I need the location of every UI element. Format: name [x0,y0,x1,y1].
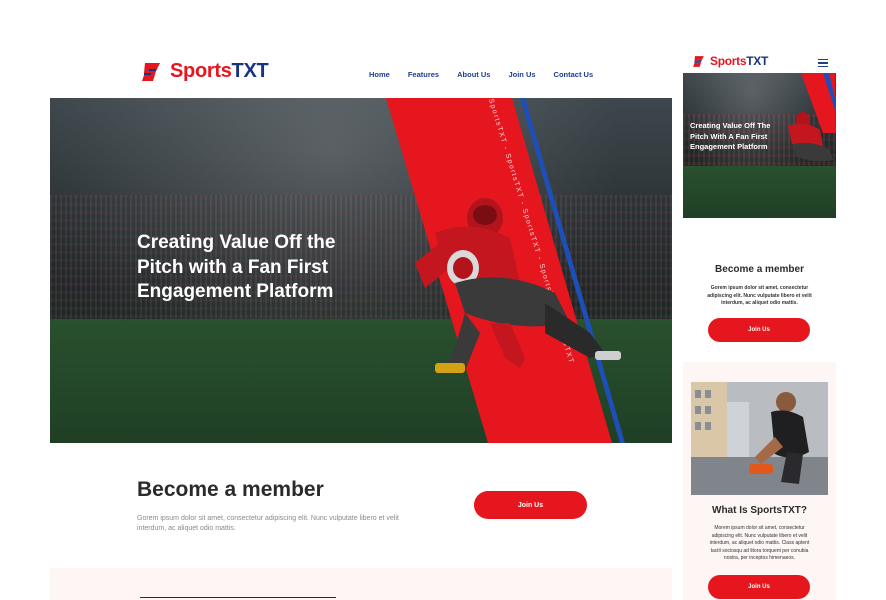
nav-features[interactable]: Features [408,70,439,79]
mobile-member-description: Gorem ipsum dolor sit amet, consectetur … [707,285,812,306]
nav-about-us[interactable]: About Us [457,70,490,79]
next-section-band [50,568,672,600]
join-us-button[interactable]: Join Us [474,491,587,519]
logo-mark-icon [142,62,160,81]
mobile-brand-name: SportsTXT [710,54,768,68]
brand-name: SportsTXT [170,60,269,82]
mobile-logo-mark-icon [693,55,704,67]
main-nav: Home Features About Us Join Us Contact U… [369,70,593,79]
next-section-divider [140,597,336,598]
hero-title: Creating Value Off the Pitch with a Fan … [137,232,336,303]
what-is-description: Morem ipsum dolor sit amet, consectetur … [709,525,810,561]
mobile-hero-banner: Creating Value Off The Pitch With A Fan … [683,73,836,218]
member-heading: Become a member [137,478,324,501]
football-players-image [415,198,621,373]
mobile-what-join-us-button[interactable]: Join Us [708,575,810,599]
nav-contact-us[interactable]: Contact Us [554,70,594,79]
mobile-join-us-button[interactable]: Join Us [708,318,810,342]
nav-join-us[interactable]: Join Us [508,70,535,79]
mobile-logo[interactable]: SportsTXT [692,54,768,68]
member-description: Gorem ipsum dolor sit amet, consectetur … [137,515,399,533]
nav-home[interactable]: Home [369,70,390,79]
mobile-hero-title: Creating Value Off The Pitch With A Fan … [690,121,771,151]
runner-tying-shoe-image [691,382,828,495]
what-is-heading: What Is SportsTXT? [712,505,807,516]
logo[interactable]: SportsTXT [140,60,269,83]
mobile-players-image [788,112,833,162]
hamburger-menu-icon[interactable] [818,57,828,69]
hero-banner: SportsTXT - SportsTXT - SportsTXT - Spor… [50,98,672,443]
mobile-member-heading: Become a member [715,264,804,275]
